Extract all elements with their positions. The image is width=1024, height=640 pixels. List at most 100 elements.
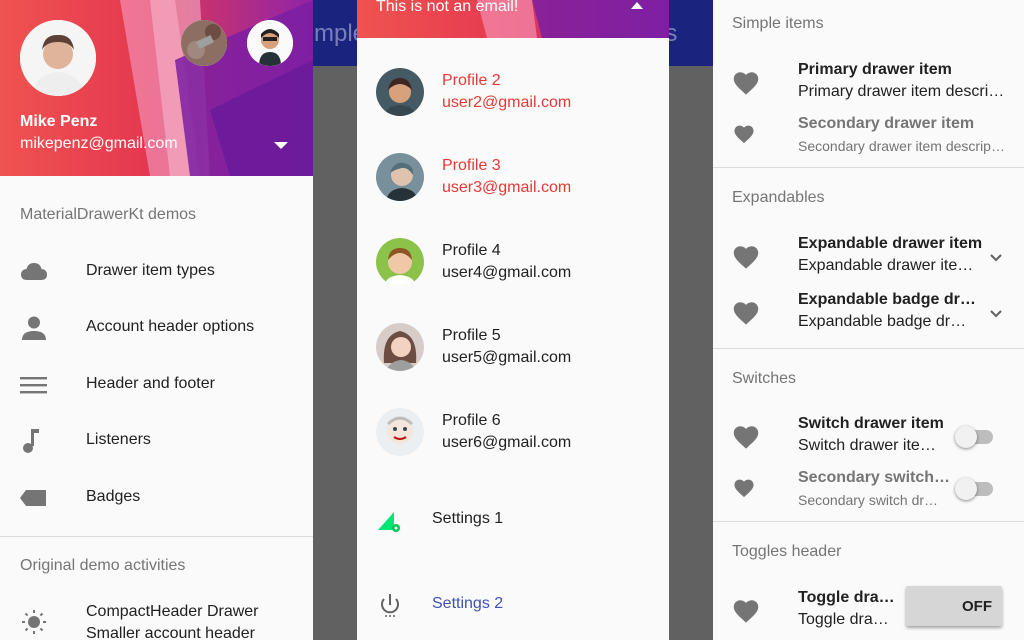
settings-label: Settings 1 (432, 510, 504, 527)
power-icon (381, 594, 399, 617)
chevron-down-icon[interactable] (989, 306, 1003, 320)
profile-avatar (376, 238, 424, 286)
nav-item-label: Listeners (86, 431, 151, 448)
nav-item-account-header-options[interactable]: Account header options (0, 300, 313, 356)
profile-row[interactable]: Profile 5 user5@gmail.com (357, 302, 669, 387)
nav-item-label: Badges (86, 488, 141, 505)
expandable-badge-drawer-item[interactable]: Expandable badge dr… Expandable badge dr… (713, 286, 1024, 342)
settings-signal-icon (378, 512, 400, 532)
profile-name: Profile 5 (442, 327, 501, 344)
nav-item-listeners[interactable]: Listeners (0, 413, 313, 469)
item-title: Secondary drawer item (798, 115, 975, 132)
section-header-toggles: Toggles header (732, 543, 842, 560)
item-description: Primary drawer item descri… (798, 83, 1005, 100)
item-description: Secondary drawer item descrip… (798, 138, 1005, 154)
settings-item-2[interactable]: Settings 2 (357, 575, 669, 631)
toggle-drawer-item[interactable]: Toggle dra… Toggle dra… OFF (713, 584, 1024, 640)
toggle-button[interactable]: OFF (906, 586, 1002, 626)
item-description: Toggle dra… (798, 611, 889, 628)
nav-item-label: CompactHeader Drawer (86, 603, 259, 620)
profile-email: user6@gmail.com (442, 434, 572, 451)
section-header-expandables: Expandables (732, 189, 825, 206)
expandable-drawer-item[interactable]: Expandable drawer item Expandable drawer… (713, 230, 1024, 286)
heart-icon (733, 302, 759, 325)
item-description: Switch drawer ite… (798, 437, 936, 454)
account-name: Mike Penz (20, 113, 98, 130)
menu-icon (20, 377, 47, 394)
profile-email: user4@gmail.com (442, 264, 572, 281)
profile-email: user5@gmail.com (442, 349, 572, 366)
switch-drawer-item[interactable]: Switch drawer item Switch drawer ite… (713, 410, 1024, 466)
item-description: Expandable drawer ite… (798, 257, 974, 274)
section-header-simple: Simple items (732, 15, 824, 32)
profile-name: Profile 6 (442, 412, 501, 429)
heart-icon (733, 426, 759, 449)
account-switch-arrow-icon[interactable] (274, 142, 288, 149)
item-description: Secondary switch dr… (798, 492, 939, 508)
heart-icon (733, 72, 759, 95)
profile-row[interactable]: Profile 4 user4@gmail.com (357, 217, 669, 302)
item-title: Toggle dra… (798, 589, 895, 606)
account-avatar-main[interactable] (20, 20, 96, 96)
item-description: Expandable badge dr… (798, 313, 967, 330)
switch-toggle[interactable] (955, 424, 995, 448)
cloud-icon (21, 263, 47, 280)
profile-avatar (376, 68, 424, 116)
profile-row[interactable]: Profile 3 user3@gmail.com (357, 132, 669, 217)
section-header-original: Original demo activities (20, 557, 186, 574)
profile-name: Profile 4 (442, 242, 501, 259)
divider (713, 348, 1024, 349)
account-email: mikepenz@gmail.com (20, 135, 178, 152)
account-avatar-2[interactable] (181, 20, 227, 66)
collapse-arrow-icon[interactable] (631, 2, 643, 9)
profile-avatar (376, 323, 424, 371)
music-note-icon (23, 429, 39, 453)
settings-item-1[interactable]: Settings 1 (357, 490, 669, 546)
profile-email: user2@gmail.com (442, 94, 572, 111)
nav-item-drawer-item-types[interactable]: Drawer item types (0, 244, 313, 300)
secondary-switch-drawer-item[interactable]: Secondary switch… Secondary switch dr… (713, 464, 1024, 520)
profile-avatar (376, 153, 424, 201)
profile-row[interactable]: Profile 6 user6@gmail.com (357, 387, 669, 472)
heart-icon (734, 479, 754, 498)
nav-item-label: Account header options (86, 318, 255, 335)
profile-name: Profile 3 (442, 157, 501, 174)
section-header-switches: Switches (732, 370, 797, 387)
brightness-icon (22, 610, 46, 634)
item-title: Switch drawer item (798, 415, 944, 432)
profile-name: Profile 2 (442, 72, 501, 89)
profile-avatar (376, 408, 424, 456)
nav-item-label: Header and footer (86, 375, 215, 392)
heart-icon (733, 600, 759, 623)
divider (713, 167, 1024, 168)
switch-toggle[interactable] (955, 476, 995, 500)
profile-drawer: This is not an email! Profile 2 user2@gm… (357, 0, 669, 640)
nav-item-badges[interactable]: Badges (0, 470, 313, 526)
item-title: Expandable badge dr… (798, 291, 976, 308)
divider (713, 521, 1024, 522)
settings-label: Settings 2 (432, 595, 504, 612)
nav-item-compact-header-drawer[interactable]: CompactHeader Drawer Smaller account hea… (0, 597, 313, 640)
profile-drawer-header[interactable]: This is not an email! (357, 0, 669, 38)
item-title: Primary drawer item (798, 61, 952, 78)
divider (0, 536, 313, 537)
secondary-drawer-item[interactable]: Secondary drawer item Secondary drawer i… (713, 110, 1024, 166)
item-title: Secondary switch… (798, 469, 951, 486)
heart-icon (733, 246, 759, 269)
item-title: Expandable drawer item (798, 235, 983, 252)
person-icon (22, 316, 46, 340)
chevron-down-icon[interactable] (989, 250, 1003, 264)
nav-item-header-and-footer[interactable]: Header and footer (0, 357, 313, 413)
account-avatar-3[interactable] (247, 20, 293, 66)
nav-item-label: Drawer item types (86, 262, 215, 279)
nav-item-description: Smaller account header (86, 625, 255, 640)
heart-icon (734, 125, 754, 144)
profile-drawer-header-text: This is not an email! (376, 0, 519, 15)
account-header[interactable]: Mike Penz mikepenz@gmail.com (0, 0, 313, 176)
right-drawer: Simple items Primary drawer item Primary… (713, 0, 1024, 640)
primary-drawer-item[interactable]: Primary drawer item Primary drawer item … (713, 56, 1024, 112)
profile-row[interactable]: Profile 2 user2@gmail.com (357, 47, 669, 132)
label-icon (20, 490, 46, 506)
toggle-button-label: OFF (962, 598, 992, 615)
section-header-demos: MaterialDrawerKt demos (20, 206, 197, 223)
